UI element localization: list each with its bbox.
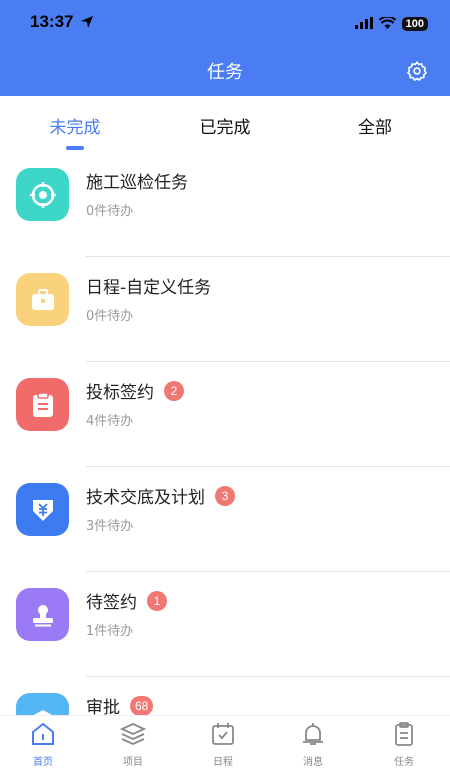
nav-label: 消息 [303, 757, 323, 768]
count-badge: 2 [164, 380, 184, 401]
task-name: 审批 [86, 698, 120, 715]
crosshair-icon [16, 168, 69, 221]
task-name: 技术交底及计划 [86, 488, 205, 508]
app-header: 13:37 100 任务 [0, 0, 450, 96]
status-time: 13:37 [30, 12, 74, 31]
wifi-icon [378, 14, 396, 33]
layers-icon [16, 693, 69, 715]
task-name: 投标签约 [86, 383, 154, 403]
nav-label: 项目 [123, 757, 143, 768]
task-pending-count: 3件待办 [86, 519, 134, 534]
task-name-row: 审批 68 [86, 693, 154, 715]
task-pending-count: 1件待办 [86, 624, 134, 639]
layers-icon [119, 723, 147, 752]
list-item-bid-signing[interactable]: 投标签约 2 4件待办 [0, 362, 450, 467]
task-filter-tabs: 未完成 已完成 全部 [0, 96, 450, 152]
location-arrow-icon [80, 14, 94, 33]
list-item-custom-schedule[interactable]: 日程-自定义任务 0件待办 [0, 257, 450, 362]
task-pending-count: 4件待办 [86, 414, 134, 429]
task-list-icon [390, 722, 418, 752]
task-pending-count: 0件待办 [86, 309, 134, 324]
nav-label: 任务 [394, 757, 414, 768]
task-name-row: 施工巡检任务 [86, 168, 188, 193]
bottom-nav: 首页 项目 日程 消息 任务 [0, 715, 450, 768]
task-name: 日程-自定义任务 [86, 278, 212, 298]
tab-all[interactable]: 全部 [358, 113, 392, 138]
nav-item-messages[interactable]: 消息 [283, 720, 343, 768]
nav-label: 日程 [213, 757, 233, 768]
list-item-technical-briefing[interactable]: 技术交底及计划 3 3件待办 [0, 467, 450, 572]
system-indicators: 100 [354, 14, 428, 33]
briefcase-icon [16, 273, 69, 326]
gear-icon[interactable] [406, 60, 428, 86]
tab-completed[interactable]: 已完成 [200, 113, 251, 138]
nav-item-home[interactable]: 首页 [13, 720, 73, 768]
signal-icon [354, 14, 373, 33]
task-name-row: 待签约 1 [86, 588, 167, 613]
list-item-approval[interactable]: 审批 68 [0, 677, 450, 715]
task-list: 施工巡检任务 0件待办 日程-自定义任务 0件待办 投标签约 2 4件待办 技术交… [0, 152, 450, 715]
task-pending-count: 0件待办 [86, 204, 134, 219]
battery-icon: 100 [401, 16, 428, 31]
stamp-icon [16, 588, 69, 641]
task-name-row: 投标签约 2 [86, 378, 184, 403]
home-icon [29, 722, 57, 752]
page-title: 任务 [207, 62, 243, 83]
list-item-pending-signing[interactable]: 待签约 1 1件待办 [0, 572, 450, 677]
task-name: 待签约 [86, 593, 137, 613]
nav-item-projects[interactable]: 项目 [103, 720, 163, 768]
clipboard-icon [16, 378, 69, 431]
status-bar: 13:37 100 [0, 10, 450, 36]
nav-item-tasks[interactable]: 任务 [374, 720, 434, 768]
count-badge: 3 [215, 485, 235, 506]
nav-item-schedule[interactable]: 日程 [193, 720, 253, 768]
count-badge: 1 [147, 590, 167, 611]
task-name: 施工巡检任务 [86, 173, 188, 193]
list-item-inspection[interactable]: 施工巡检任务 0件待办 [0, 152, 450, 257]
calendar-icon [209, 723, 237, 752]
yuan-shield-icon [16, 483, 69, 536]
bell-icon [299, 723, 327, 752]
task-name-row: 技术交底及计划 3 [86, 483, 235, 508]
tab-incomplete[interactable]: 未完成 [50, 113, 101, 138]
count-badge: 68 [130, 695, 154, 715]
nav-label: 首页 [33, 757, 53, 768]
task-name-row: 日程-自定义任务 [86, 273, 211, 298]
active-tab-indicator [66, 146, 84, 150]
